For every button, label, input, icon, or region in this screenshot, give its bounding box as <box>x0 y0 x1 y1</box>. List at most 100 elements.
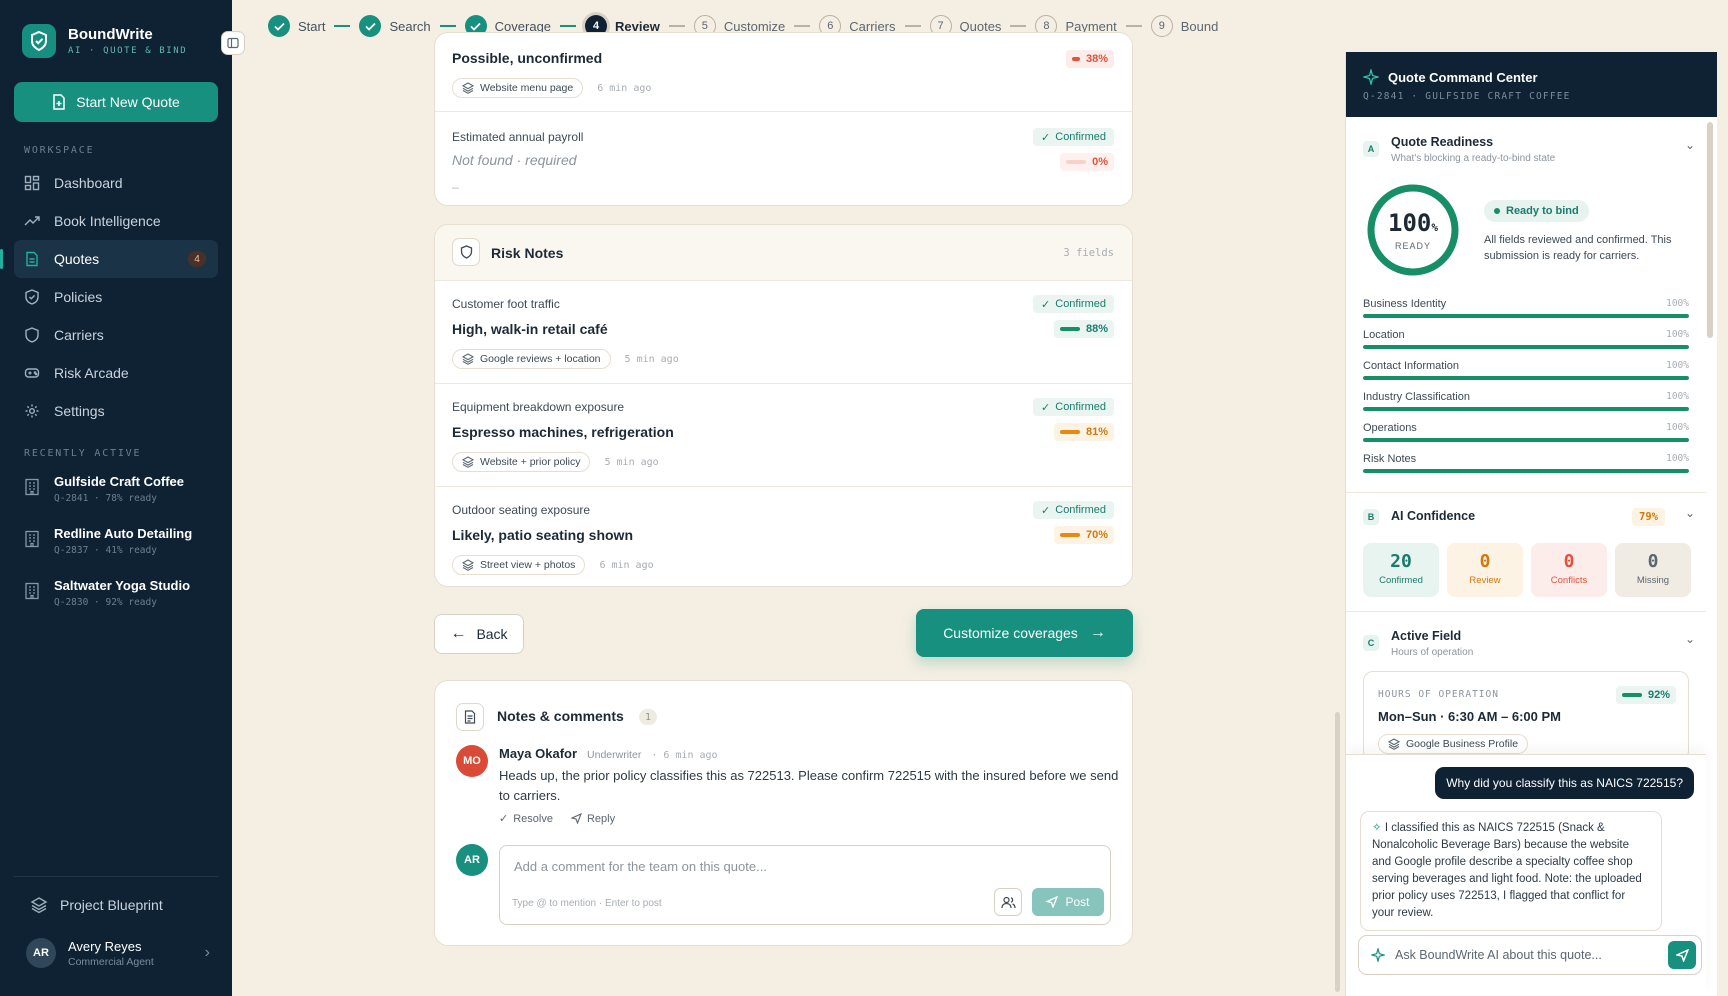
brand[interactable]: BoundWrite AI · QUOTE & BIND <box>22 24 187 58</box>
post-button[interactable]: Post <box>1032 888 1104 916</box>
user-menu[interactable]: AR Avery Reyes Commercial Agent › <box>26 938 210 968</box>
sidebar-item-dashboard[interactable]: Dashboard <box>14 164 218 202</box>
source-time: 6 min ago <box>599 559 654 571</box>
chevron-right-icon: › <box>204 944 210 961</box>
field-row[interactable]: Outdoor seating exposure ✓ Confirmed Likely… <box>435 486 1132 586</box>
field-row[interactable]: Customer foot traffic ✓ Confirmed High, wal… <box>435 280 1132 383</box>
send-icon <box>1675 948 1689 962</box>
source-tag[interactable]: Street view + photos <box>452 555 586 575</box>
chevron-down-icon[interactable]: ⌄ <box>1685 138 1695 152</box>
field-source: Street view + photos 6 min ago <box>452 555 654 575</box>
readiness-item[interactable]: Contact Information 100% <box>1363 360 1689 380</box>
sidebar-item-label: Book Intelligence <box>54 213 161 229</box>
recent-label: RECENTLY ACTIVE <box>24 448 142 459</box>
readiness-item-label: Location <box>1363 329 1405 341</box>
recent-item-saltwater[interactable]: Saltwater Yoga Studio Q-2830 · 92% ready <box>24 578 224 630</box>
stat-review[interactable]: 0 Review <box>1447 543 1523 597</box>
step-bound[interactable]: 9 Bound <box>1150 15 1218 37</box>
recent-item-name: Gulfside Craft Coffee <box>54 474 185 489</box>
customize-coverages-button[interactable]: Customize coverages → <box>916 609 1133 657</box>
check-icon: ✓ <box>1041 298 1051 311</box>
sparkle-icon <box>1371 948 1385 962</box>
active-field-card[interactable]: HOURS OF OPERATION 92% Mon–Sun · 6:30 AM… <box>1363 671 1689 761</box>
progress-fill <box>1363 345 1689 349</box>
notes-card: Notes & comments 1 MO Maya Okafor Underw… <box>434 680 1133 946</box>
field-source: Website menu page 6 min ago <box>452 78 651 98</box>
stat-confirmed[interactable]: 20 Confirmed <box>1363 543 1439 597</box>
ready-to-bind-badge: Ready to bind <box>1484 200 1589 222</box>
sidebar-item-quotes[interactable]: Quotes 4 <box>0 240 218 278</box>
check-icon <box>268 15 290 37</box>
ai-chat: Why did you classify this as NAICS 72251… <box>1346 754 1706 996</box>
project-blueprint-link[interactable]: Project Blueprint <box>30 896 163 914</box>
readiness-item-label: Risk Notes <box>1363 453 1417 465</box>
sidebar-item-policies[interactable]: Policies <box>14 278 218 316</box>
source-tag[interactable]: Google Business Profile <box>1378 734 1529 754</box>
sidebar-item-settings[interactable]: Settings <box>14 392 218 430</box>
field-label: Outdoor seating exposure <box>452 503 591 517</box>
readiness-item[interactable]: Location 100% <box>1363 329 1689 349</box>
source-tag[interactable]: Google reviews + location <box>452 349 611 369</box>
readiness-item[interactable]: Business Identity 100% <box>1363 298 1689 318</box>
readiness-item[interactable]: Risk Notes 100% <box>1363 453 1689 473</box>
mention-button[interactable] <box>994 888 1022 916</box>
field-label: Estimated annual payroll <box>452 130 584 144</box>
back-button[interactable]: ← Back <box>434 614 524 654</box>
step-start[interactable]: Start <box>268 15 325 37</box>
field-row[interactable]: Equipment breakdown exposure ✓ Confirmed Es… <box>435 383 1132 486</box>
send-icon <box>1046 896 1059 908</box>
avatar: AR <box>26 938 56 968</box>
confirmed-badge: ✓ Confirmed <box>1033 128 1114 146</box>
progress-track <box>1363 407 1689 411</box>
recent-item-name: Saltwater Yoga Studio <box>54 578 191 593</box>
check-icon: ✓ <box>1041 504 1051 517</box>
readiness-item-pct: 100% <box>1666 453 1689 464</box>
ask-ai-input[interactable]: Ask BoundWrite AI about this quote... <box>1358 935 1702 975</box>
source-tag[interactable]: Website + prior policy <box>452 452 591 472</box>
field-count: 3 fields <box>1063 246 1114 259</box>
panel-scrollbar[interactable] <box>1707 122 1713 338</box>
stat-value: 0 <box>1479 551 1491 572</box>
panel-title: Quote Command Center <box>1388 70 1538 85</box>
card-title: Risk Notes <box>491 244 564 261</box>
section-divider <box>1346 492 1706 493</box>
reply-button[interactable]: Reply <box>570 812 615 825</box>
collapse-sidebar-button[interactable] <box>221 31 245 55</box>
source-time: 6 min ago <box>597 82 652 94</box>
step-connector <box>668 25 685 27</box>
recent-item-gulfside[interactable]: Gulfside Craft Coffee Q-2841 · 78% ready <box>24 474 224 526</box>
start-new-quote-button[interactable]: Start New Quote <box>14 82 218 122</box>
sidebar-item-label: Dashboard <box>54 175 123 191</box>
resolve-button[interactable]: ✓ Resolve <box>499 812 553 826</box>
chevron-down-icon[interactable]: ⌄ <box>1685 506 1695 520</box>
step-connector <box>439 25 456 27</box>
brand-tagline: AI · QUOTE & BIND <box>68 46 188 56</box>
sidebar-item-book-intelligence[interactable]: Book Intelligence <box>14 202 218 240</box>
chevron-down-icon[interactable]: ⌄ <box>1685 632 1695 646</box>
readiness-item[interactable]: Industry Classification 100% <box>1363 391 1689 411</box>
check-icon: ✓ <box>1041 401 1051 414</box>
confidence-badge: 81% <box>1053 423 1114 441</box>
section-subtitle: Hours of operation <box>1391 647 1474 658</box>
sidebar-item-carriers[interactable]: Carriers <box>14 316 218 354</box>
comment-input[interactable]: Add a comment for the team on this quote… <box>499 845 1111 925</box>
progress-fill <box>1363 314 1689 318</box>
main-scrollbar[interactable] <box>1335 712 1340 992</box>
readiness-item[interactable]: Operations 100% <box>1363 422 1689 442</box>
sidebar-item-label: Carriers <box>54 327 104 343</box>
field-row-annual-payroll[interactable]: Estimated annual payroll ✓ Confirmed Not … <box>435 111 1132 205</box>
sidebar-toggle-icon <box>227 37 239 49</box>
step-connector <box>904 25 921 27</box>
step-connector <box>334 25 351 27</box>
readiness-item-pct: 100% <box>1666 422 1689 433</box>
source-tag[interactable]: Website menu page <box>452 78 584 98</box>
arrow-right-icon: → <box>1089 624 1106 641</box>
recent-item-redline[interactable]: Redline Auto Detailing Q-2837 · 41% read… <box>24 526 224 578</box>
sidebar-item-risk-arcade[interactable]: Risk Arcade <box>14 354 218 392</box>
stat-missing[interactable]: 0 Missing <box>1615 543 1691 597</box>
send-button[interactable] <box>1668 941 1696 969</box>
step-search[interactable]: Search <box>359 15 431 37</box>
quotes-count-badge: 4 <box>188 251 206 267</box>
stat-conflicts[interactable]: 0 Conflicts <box>1531 543 1607 597</box>
shield-icon <box>452 238 480 266</box>
